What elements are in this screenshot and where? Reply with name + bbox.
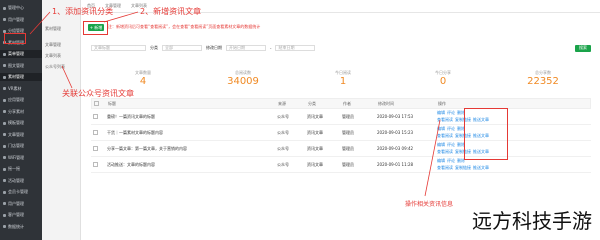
arrow-2 [103,11,139,23]
arrow-4 [424,119,441,197]
arrow-1 [29,11,51,35]
annotation-arrows [29,11,441,197]
arrow-3 [61,65,73,89]
watermark: 远方科技手游 [472,209,592,233]
